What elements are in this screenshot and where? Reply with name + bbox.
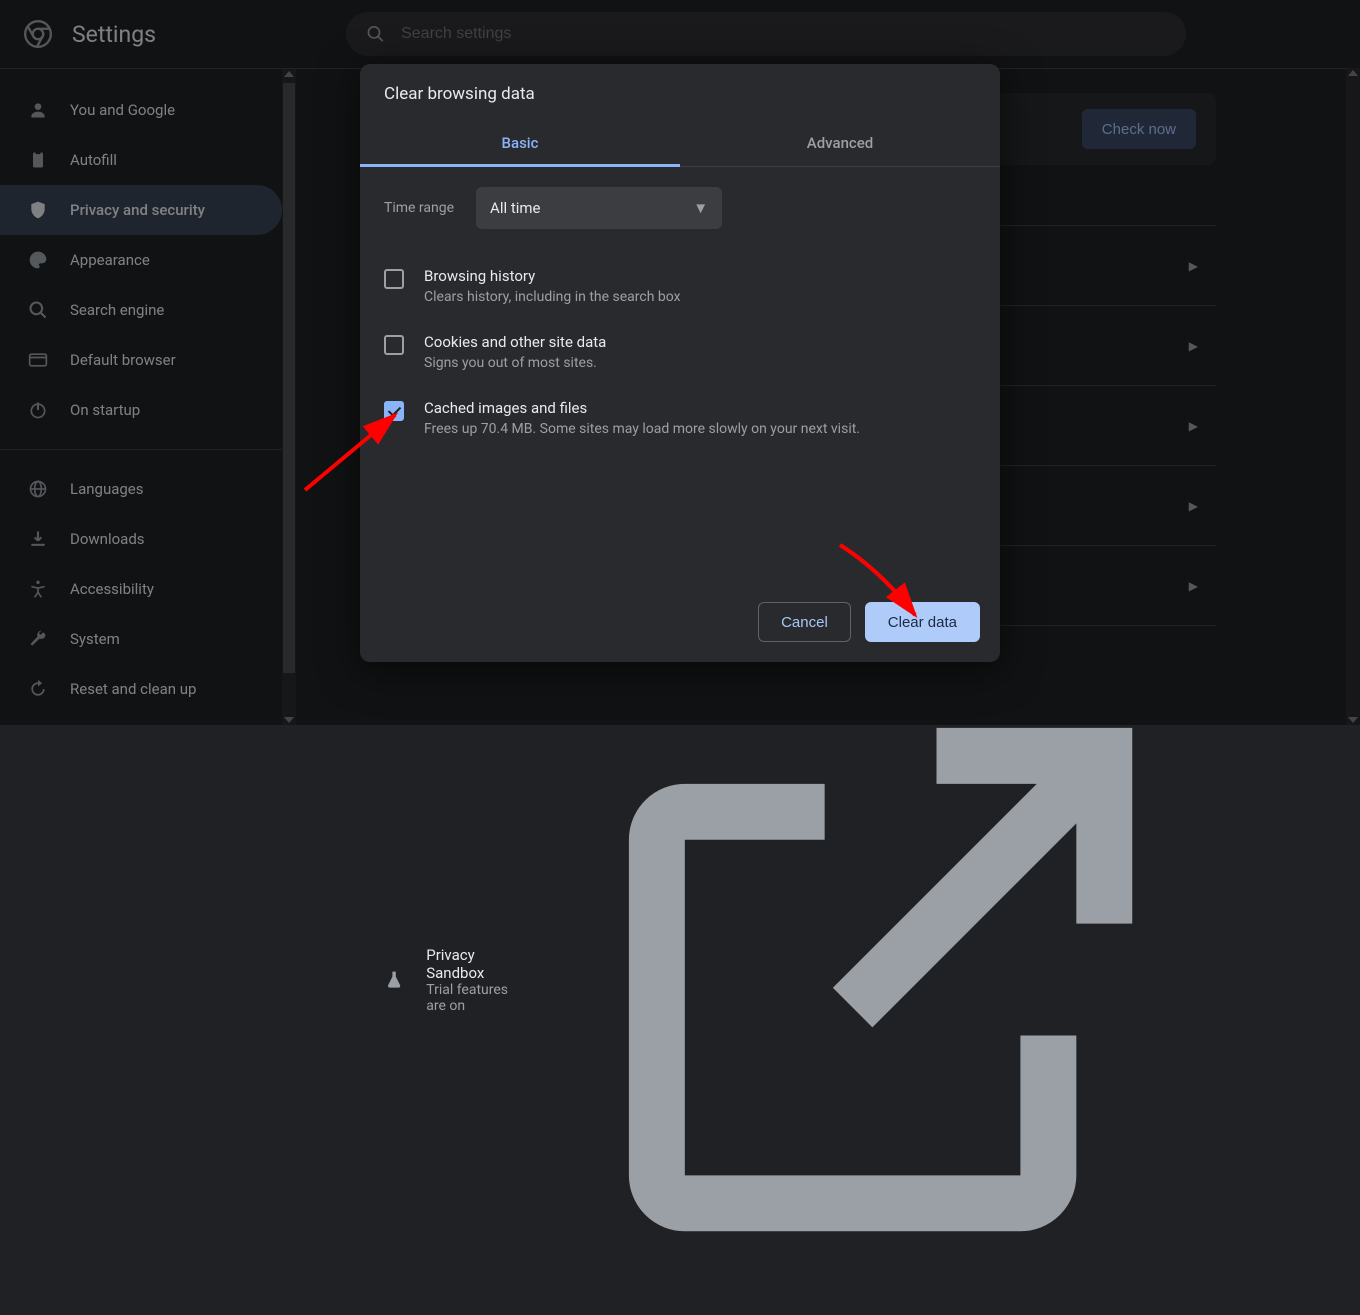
search-input[interactable] xyxy=(401,25,1166,43)
sidebar-item-you-and-google[interactable]: You and Google xyxy=(0,85,282,135)
checkbox-cookies[interactable] xyxy=(384,335,404,355)
sidebar-item-label: System xyxy=(70,630,120,648)
option-desc: Frees up 70.4 MB. Some sites may load mo… xyxy=(424,421,860,437)
person-icon xyxy=(28,100,48,120)
chevron-right-icon: ▶ xyxy=(1189,419,1198,433)
search-icon xyxy=(366,24,385,44)
sidebar-item-label: Autofill xyxy=(70,151,117,169)
clipboard-icon xyxy=(28,150,48,170)
chevron-right-icon: ▶ xyxy=(1189,339,1198,353)
clear-data-button[interactable]: Clear data xyxy=(865,602,980,642)
sidebar-item-reset[interactable]: Reset and clean up xyxy=(0,664,282,714)
sidebar: You and Google Autofill Privacy and secu… xyxy=(0,68,296,725)
chevron-right-icon: ▶ xyxy=(1189,579,1198,593)
palette-icon xyxy=(28,250,48,270)
chevron-right-icon: ▶ xyxy=(1189,499,1198,513)
sidebar-item-label: Downloads xyxy=(70,530,145,548)
time-range-value: All time xyxy=(490,199,540,217)
page-title: Settings xyxy=(72,21,156,48)
dialog-title: Clear browsing data xyxy=(360,64,1000,122)
sidebar-item-label: Privacy and security xyxy=(70,201,205,219)
sidebar-scrollbar[interactable] xyxy=(282,69,296,725)
option-title: Browsing history xyxy=(424,267,681,285)
accessibility-icon xyxy=(28,579,48,599)
wrench-icon xyxy=(28,629,48,649)
download-icon xyxy=(28,529,48,549)
time-range-select[interactable]: All time ▼ xyxy=(476,187,722,229)
sidebar-item-label: Default browser xyxy=(70,351,176,369)
sidebar-item-languages[interactable]: Languages xyxy=(0,464,282,514)
search-icon xyxy=(28,300,48,320)
sidebar-item-autofill[interactable]: Autofill xyxy=(0,135,282,185)
option-cached[interactable]: Cached images and files Frees up 70.4 MB… xyxy=(384,385,976,451)
sidebar-item-label: Reset and clean up xyxy=(70,680,196,698)
sidebar-item-label: Search engine xyxy=(70,301,164,319)
option-title: Cookies and other site data xyxy=(424,333,606,351)
sidebar-item-label: Appearance xyxy=(70,251,150,269)
checkbox-cached[interactable] xyxy=(384,401,404,421)
option-cookies[interactable]: Cookies and other site data Signs you ou… xyxy=(384,319,976,385)
search-box[interactable] xyxy=(346,12,1186,56)
clear-browsing-data-dialog: Clear browsing data Basic Advanced Time … xyxy=(360,64,1000,662)
sidebar-item-appearance[interactable]: Appearance xyxy=(0,235,282,285)
sidebar-item-default-browser[interactable]: Default browser xyxy=(0,335,282,385)
time-range-label: Time range xyxy=(384,200,454,216)
shield-icon xyxy=(28,200,48,220)
option-title: Cached images and files xyxy=(424,399,860,417)
open-external-icon xyxy=(545,644,1216,1315)
chrome-icon xyxy=(24,20,52,48)
power-icon xyxy=(28,400,48,420)
tab-advanced[interactable]: Advanced xyxy=(680,122,1000,166)
check-now-button[interactable]: Check now xyxy=(1082,109,1196,149)
sidebar-item-system[interactable]: System xyxy=(0,614,282,664)
dialog-tabs: Basic Advanced xyxy=(360,122,1000,167)
globe-icon xyxy=(28,479,48,499)
app-header: Settings xyxy=(0,0,1360,68)
option-desc: Clears history, including in the search … xyxy=(424,289,681,305)
privacy-sandbox-row[interactable]: Privacy Sandbox Trial features are on xyxy=(376,625,1216,1315)
flask-icon xyxy=(384,967,404,993)
sidebar-item-privacy-security[interactable]: Privacy and security xyxy=(0,185,282,235)
sidebar-item-label: You and Google xyxy=(70,101,175,119)
browser-icon xyxy=(28,350,48,370)
sidebar-item-label: On startup xyxy=(70,401,140,419)
sidebar-item-on-startup[interactable]: On startup xyxy=(0,385,282,435)
main-scrollbar[interactable] xyxy=(1346,68,1360,725)
checkbox-browsing-history[interactable] xyxy=(384,269,404,289)
sidebar-divider xyxy=(0,449,282,450)
sidebar-item-accessibility[interactable]: Accessibility xyxy=(0,564,282,614)
option-desc: Signs you out of most sites. xyxy=(424,355,606,371)
tab-basic[interactable]: Basic xyxy=(360,122,680,167)
sidebar-item-search-engine[interactable]: Search engine xyxy=(0,285,282,335)
sidebar-item-label: Accessibility xyxy=(70,580,154,598)
sidebar-item-downloads[interactable]: Downloads xyxy=(0,514,282,564)
sandbox-sub: Trial features are on xyxy=(426,982,523,1014)
cancel-button[interactable]: Cancel xyxy=(758,602,851,642)
sidebar-item-label: Languages xyxy=(70,480,144,498)
dropdown-triangle-icon: ▼ xyxy=(693,199,708,217)
sandbox-title: Privacy Sandbox xyxy=(426,946,523,982)
option-browsing-history[interactable]: Browsing history Clears history, includi… xyxy=(384,253,976,319)
restore-icon xyxy=(28,679,48,699)
chevron-right-icon: ▶ xyxy=(1189,259,1198,273)
